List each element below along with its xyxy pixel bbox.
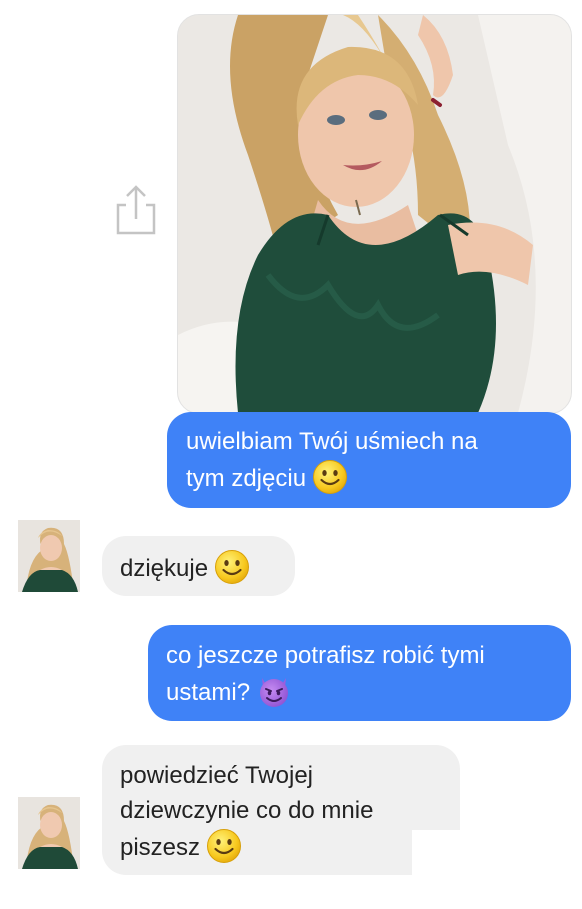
message-text-line: dziękuje [120, 555, 209, 582]
redaction-patch [412, 830, 472, 880]
share-icon[interactable] [112, 183, 160, 237]
message-text-line: piszesz [120, 834, 201, 861]
message-text-line: tym zdjęciu [186, 465, 307, 492]
smiley-emoji [214, 549, 250, 585]
message-text-line: dziewczynie co do mnie [120, 797, 374, 824]
sent-message-bubble[interactable]: uwielbiam Twój uśmiech na tym zdjęciu [167, 412, 571, 508]
received-message-bubble[interactable]: dziękuje [102, 536, 295, 596]
sent-message-bubble[interactable]: co jeszcze potrafisz robić tymi ustami? [148, 625, 571, 721]
smiley-emoji [312, 459, 348, 495]
message-text-line: co jeszcze potrafisz robić tymi [166, 642, 485, 669]
smiling-devil-emoji [256, 673, 292, 709]
message-text-line: uwielbiam Twój uśmiech na [186, 428, 478, 455]
photo-image [178, 15, 571, 413]
shared-photo[interactable] [177, 14, 572, 414]
avatar[interactable] [18, 520, 80, 592]
smiley-emoji [206, 828, 242, 864]
avatar[interactable] [18, 797, 80, 869]
received-message-bubble[interactable]: powiedzieć Twojej dziewczynie co do mnie… [102, 745, 460, 875]
message-text-line: powiedzieć Twojej [120, 762, 313, 789]
message-text-line: ustami? [166, 679, 251, 706]
